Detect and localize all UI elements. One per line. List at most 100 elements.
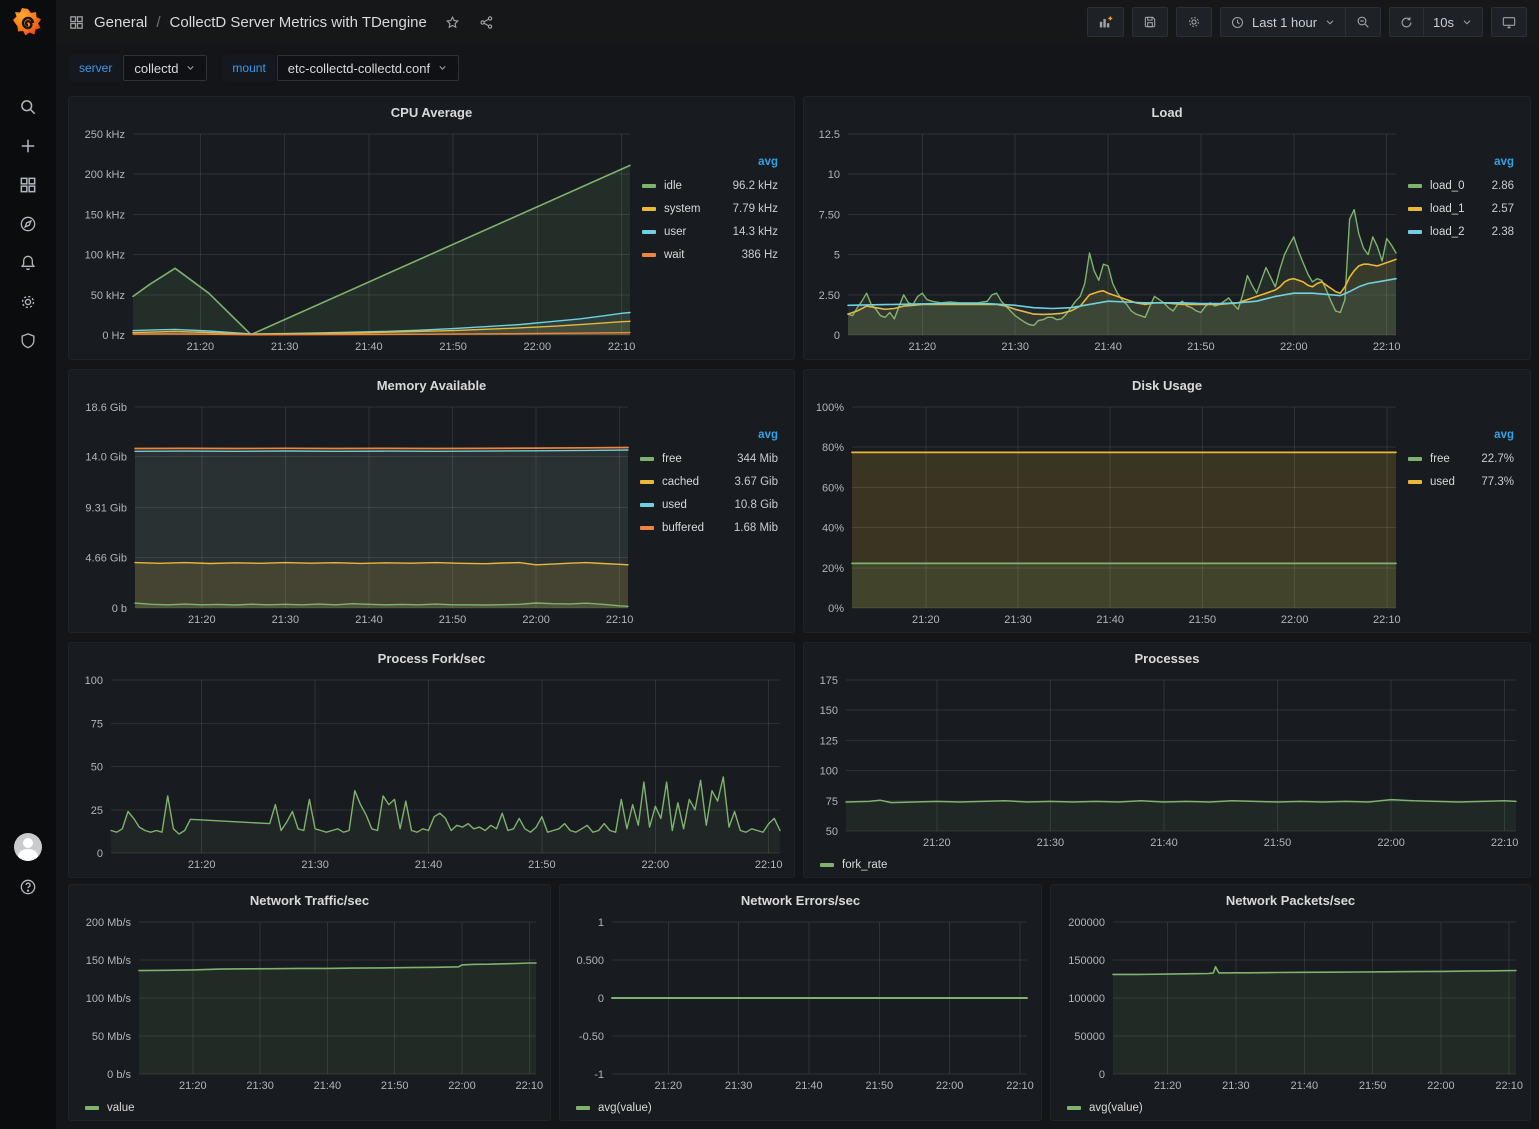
legend-series-name: load_1	[1430, 203, 1465, 215]
panel-header[interactable]: Process Fork/sec	[75, 646, 788, 670]
legend-series-name: value	[107, 1102, 135, 1114]
refresh-interval-picker[interactable]: 10s	[1424, 7, 1483, 37]
user-avatar[interactable]	[10, 831, 46, 863]
panel-header[interactable]: CPU Average	[75, 100, 788, 124]
network-traffic-chart[interactable]: 0 b/s50 Mb/s100 Mb/s150 Mb/s200 Mb/s21:2…	[75, 912, 544, 1096]
load-chart[interactable]: 02.5057.501012.521:2021:3021:4021:5022:0…	[810, 124, 1404, 357]
legend-item-load_2[interactable]: load_22.38	[1408, 220, 1516, 243]
chart-svg-load: 02.5057.501012.521:2021:3021:4021:5022:0…	[810, 124, 1404, 357]
panel-header[interactable]: Network Errors/sec	[566, 888, 1035, 912]
panel-header[interactable]: Network Packets/sec	[1057, 888, 1524, 912]
legend-item-load_1[interactable]: load_12.57	[1408, 197, 1516, 220]
svg-text:22:00: 22:00	[936, 1080, 964, 1092]
legend-item-load_0[interactable]: load_02.86	[1408, 174, 1516, 197]
legend-item-idle[interactable]: idle96.2 kHz	[642, 174, 780, 197]
legend-item-value[interactable]: value	[85, 1099, 135, 1117]
svg-text:-1: -1	[594, 1069, 604, 1081]
series-color-swatch	[642, 253, 656, 257]
top-navbar: General / CollectD Server Metrics with T…	[56, 0, 1539, 44]
panel-title: Network Errors/sec	[741, 893, 860, 908]
svg-text:21:50: 21:50	[381, 1080, 409, 1092]
panel-header[interactable]: Processes	[810, 646, 1524, 670]
refresh-interval-label: 10s	[1433, 15, 1454, 30]
legend-item-system[interactable]: system7.79 kHz	[642, 197, 780, 220]
configuration-gear-icon[interactable]	[10, 286, 46, 318]
legend-item-avg(value)[interactable]: avg(value)	[1067, 1099, 1143, 1117]
panel-header[interactable]: Memory Available	[75, 373, 788, 397]
cpu-average-chart[interactable]: 0 Hz50 kHz100 kHz150 kHz200 kHz250 kHz21…	[75, 124, 638, 357]
series-color-swatch	[1408, 184, 1422, 188]
svg-text:21:30: 21:30	[1037, 837, 1065, 849]
legend-item-free[interactable]: free22.7%	[1408, 447, 1516, 470]
dashboard-title[interactable]: CollectD Server Metrics with TDengine	[170, 14, 427, 31]
refresh-button[interactable]	[1389, 7, 1424, 37]
disk-usage-chart[interactable]: 0%20%40%60%80%100%21:2021:3021:4021:5022…	[810, 397, 1404, 630]
search-icon[interactable]	[10, 91, 46, 123]
svg-text:75: 75	[91, 718, 103, 730]
legend-series-value: 96.2 kHz	[733, 180, 780, 192]
dashboards-icon[interactable]	[10, 169, 46, 201]
legend-item-used[interactable]: used10.8 Gib	[640, 493, 780, 516]
legend-item-cached[interactable]: cached3.67 Gib	[640, 470, 780, 493]
zoom-out-time-button[interactable]	[1346, 7, 1381, 37]
network-packets-legend: avg(value)	[1057, 1096, 1524, 1118]
dashboard-settings-button[interactable]	[1176, 7, 1212, 37]
svg-text:-0.50: -0.50	[579, 1031, 604, 1043]
network-errors-chart[interactable]: -1-0.5000.500121:2021:3021:4021:5022:002…	[566, 912, 1035, 1096]
legend-item-free[interactable]: free344 Mib	[640, 447, 780, 470]
create-plus-icon[interactable]	[10, 130, 46, 162]
variable-mount-value-dropdown[interactable]: etc-collectd-collectd.conf	[277, 55, 459, 81]
svg-text:12.5: 12.5	[819, 129, 840, 141]
svg-text:250 kHz: 250 kHz	[85, 129, 125, 141]
breadcrumb-folder[interactable]: General	[94, 14, 147, 31]
svg-text:22:00: 22:00	[524, 341, 552, 353]
panel-header[interactable]: Network Traffic/sec	[75, 888, 544, 912]
series-color-swatch	[642, 184, 656, 188]
cycle-view-mode-button[interactable]	[1491, 7, 1527, 37]
svg-text:21:50: 21:50	[528, 859, 556, 871]
panel-processes: Processes 507510012515017521:2021:3021:4…	[803, 642, 1531, 878]
legend-series-name: free	[1430, 453, 1450, 465]
server-admin-shield-icon[interactable]	[10, 325, 46, 357]
network-packets-chart[interactable]: 05000010000015000020000021:2021:3021:402…	[1057, 912, 1524, 1096]
grafana-logo-icon[interactable]	[11, 6, 45, 40]
dashboard-grid-icon[interactable]	[68, 14, 85, 31]
svg-text:22:00: 22:00	[448, 1080, 476, 1092]
time-range-picker[interactable]: Last 1 hour	[1220, 7, 1346, 37]
legend-item-fork_rate[interactable]: fork_rate	[820, 856, 887, 874]
panel-disk-usage: Disk Usage 0%20%40%60%80%100%21:2021:302…	[803, 369, 1531, 633]
legend-item-buffered[interactable]: buffered1.68 Mib	[640, 516, 780, 539]
svg-text:21:20: 21:20	[912, 614, 940, 626]
alerting-bell-icon[interactable]	[10, 247, 46, 279]
series-color-swatch	[820, 863, 834, 867]
series-color-swatch	[640, 480, 654, 484]
svg-text:200 kHz: 200 kHz	[85, 169, 125, 181]
series-color-swatch	[1408, 457, 1422, 461]
star-icon[interactable]	[444, 14, 461, 31]
share-icon[interactable]	[478, 14, 495, 31]
panel-header[interactable]: Disk Usage	[810, 373, 1524, 397]
process-fork-chart[interactable]: 025507510021:2021:3021:4021:5022:0022:10	[75, 670, 788, 875]
panel-header[interactable]: Load	[810, 100, 1524, 124]
legend-series-name: avg(value)	[598, 1102, 652, 1114]
legend-item-user[interactable]: user14.3 kHz	[642, 220, 780, 243]
legend-series-name: used	[662, 499, 687, 511]
svg-text:5: 5	[834, 250, 840, 262]
memory-available-chart[interactable]: 0 b4.66 Gib9.31 Gib14.0 Gib18.6 Gib21:20…	[75, 397, 636, 630]
add-panel-button[interactable]	[1087, 7, 1124, 37]
legend-item-avg(value)[interactable]: avg(value)	[576, 1099, 652, 1117]
save-dashboard-button[interactable]	[1132, 7, 1168, 37]
variable-server-value-dropdown[interactable]: collectd	[123, 55, 207, 81]
series-color-swatch	[640, 526, 654, 530]
legend-item-used[interactable]: used77.3%	[1408, 470, 1516, 493]
svg-text:21:20: 21:20	[655, 1080, 683, 1092]
refresh-group: 10s	[1389, 7, 1483, 37]
svg-text:21:30: 21:30	[1001, 341, 1029, 353]
svg-text:2.50: 2.50	[819, 290, 840, 302]
legend-item-wait[interactable]: wait386 Hz	[642, 243, 780, 266]
processes-chart[interactable]: 507510012515017521:2021:3021:4021:5022:0…	[810, 670, 1524, 853]
svg-text:21:20: 21:20	[179, 1080, 207, 1092]
chart-svg-disk-usage: 0%20%40%60%80%100%21:2021:3021:4021:5022…	[810, 397, 1404, 630]
explore-compass-icon[interactable]	[10, 208, 46, 240]
help-icon[interactable]	[10, 871, 46, 903]
